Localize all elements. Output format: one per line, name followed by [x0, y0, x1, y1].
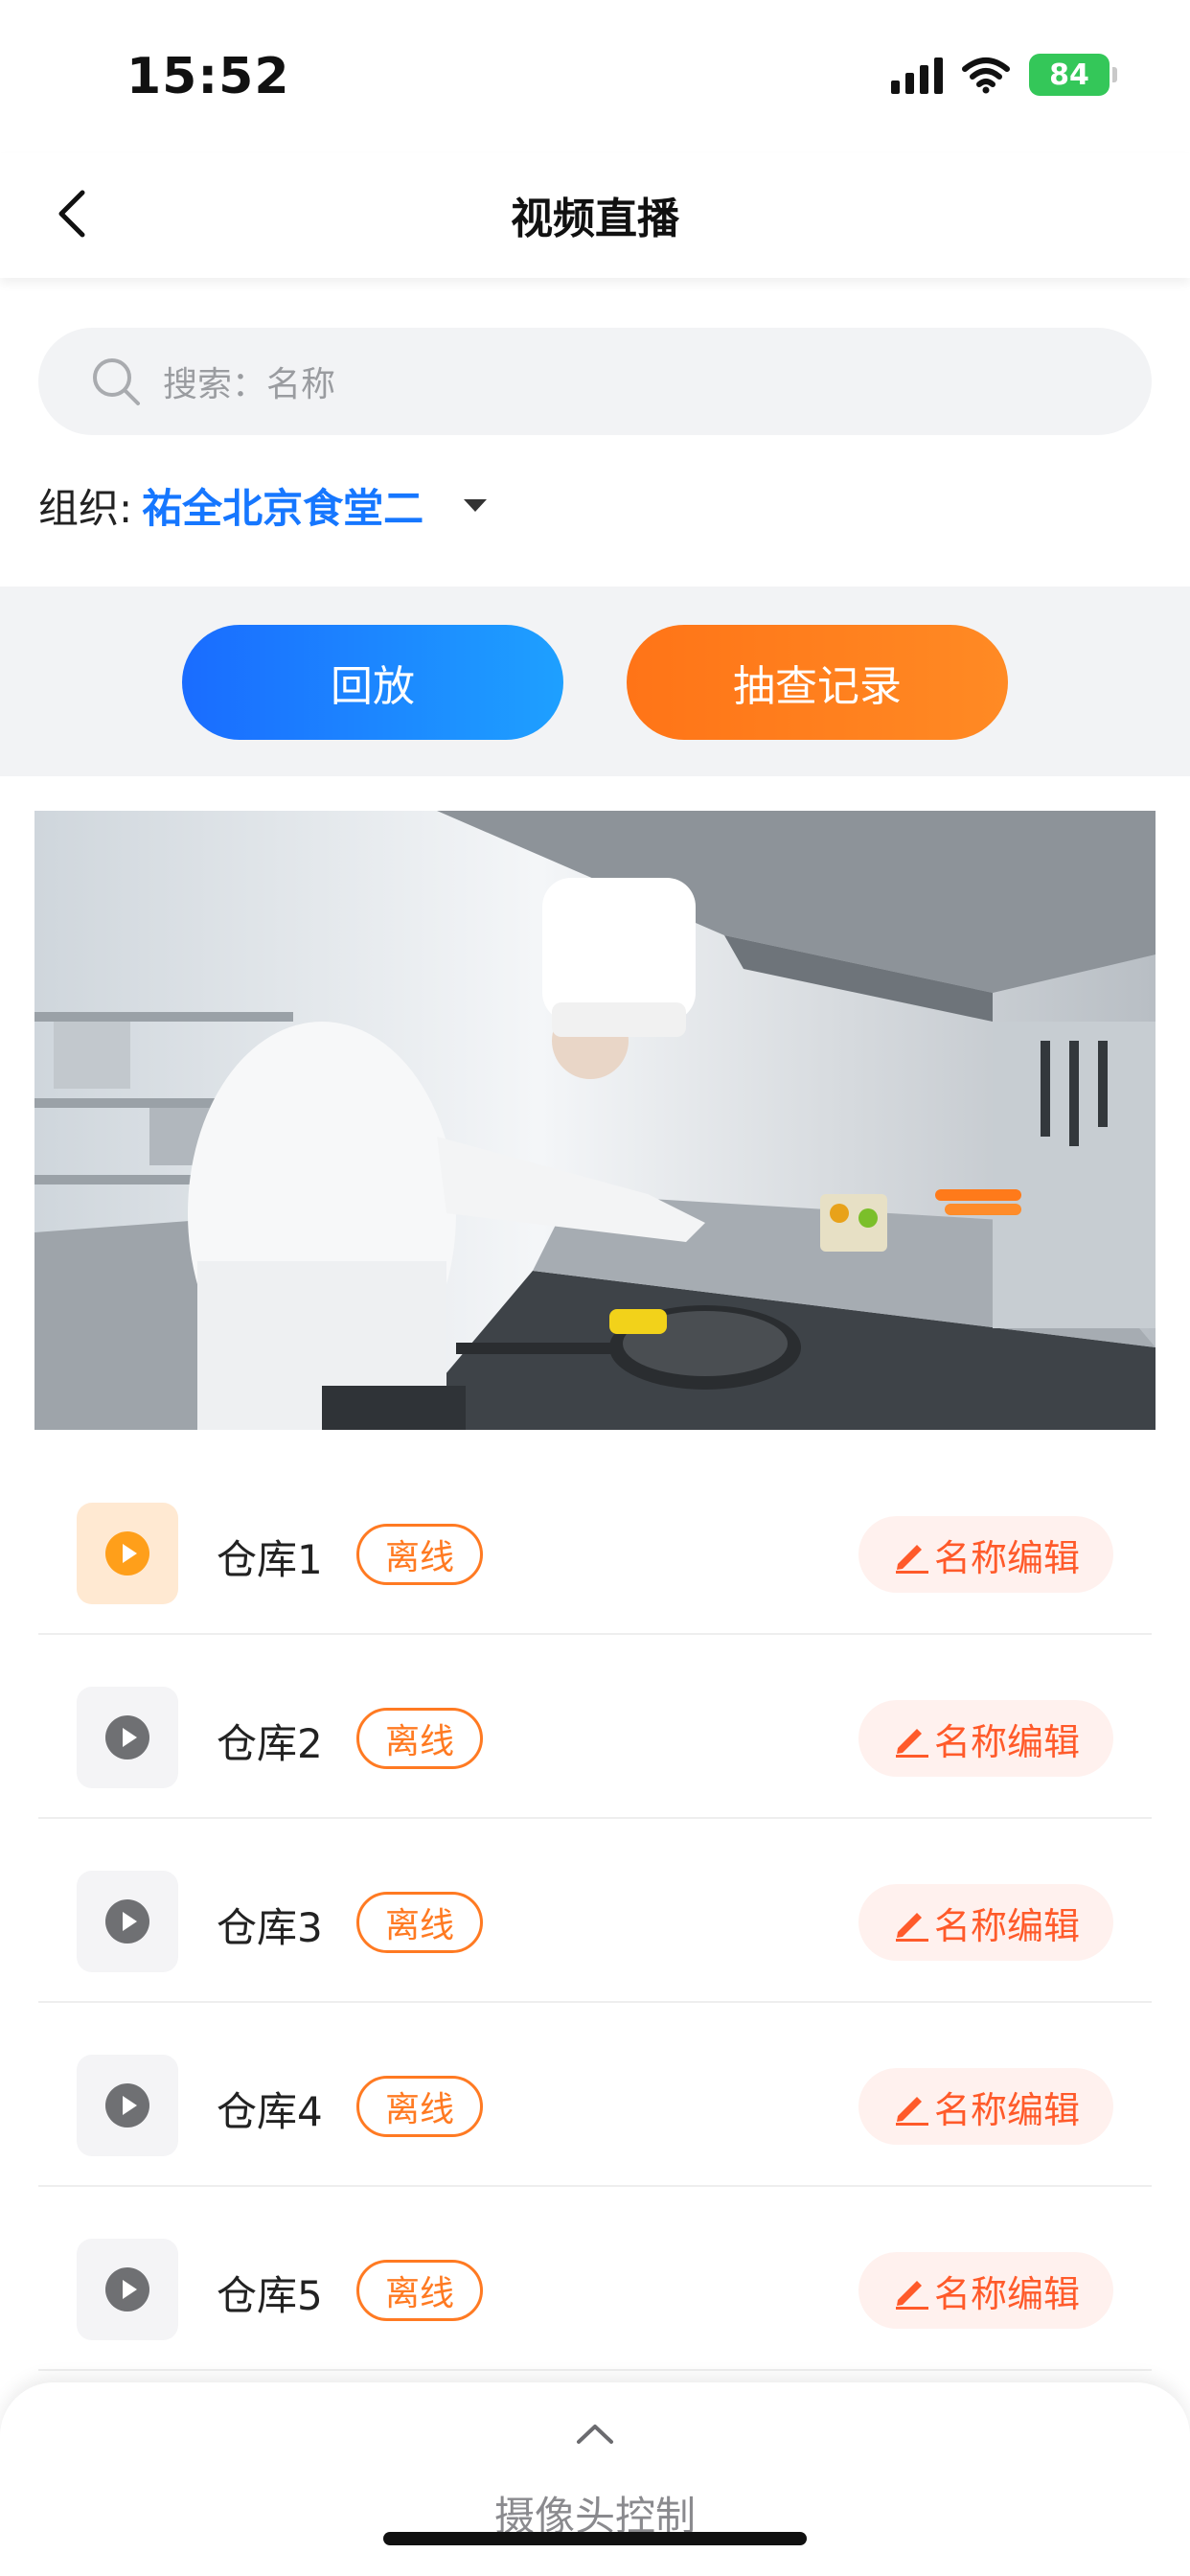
play-circle-icon — [105, 1899, 149, 1944]
pencil-icon — [895, 1913, 928, 1942]
rename-button[interactable]: 名称编辑 — [858, 1884, 1113, 1961]
status-badge: 离线 — [356, 1524, 483, 1585]
rename-label: 名称编辑 — [933, 1536, 1080, 1579]
action-band: 回放 抽查记录 — [0, 586, 1190, 776]
camera-row[interactable]: 仓库1 离线 名称编辑 — [38, 1451, 1152, 1635]
chevron-up-icon[interactable] — [575, 2421, 615, 2446]
camera-row[interactable]: 仓库5 离线 名称编辑 — [38, 2187, 1152, 2371]
play-button[interactable] — [77, 1871, 178, 1972]
status-icons: 84 — [891, 54, 1117, 96]
camera-name: 仓库4 — [217, 2088, 323, 2135]
play-circle-icon — [105, 2083, 149, 2128]
rename-button[interactable]: 名称编辑 — [858, 2252, 1113, 2329]
play-circle-icon — [105, 1715, 149, 1760]
rename-label: 名称编辑 — [933, 2272, 1080, 2315]
play-circle-icon — [105, 1531, 149, 1576]
play-button[interactable] — [77, 1503, 178, 1604]
camera-row[interactable]: 仓库2 离线 名称编辑 — [38, 1635, 1152, 1819]
play-button[interactable] — [77, 2055, 178, 2156]
status-bar: 15:52 84 — [0, 0, 1190, 153]
rename-label: 名称编辑 — [933, 1720, 1080, 1763]
pencil-icon — [895, 1729, 928, 1758]
search-input[interactable]: 搜索：名称 — [38, 328, 1152, 435]
pencil-icon — [895, 2281, 928, 2310]
status-time: 15:52 — [126, 48, 290, 105]
play-circle-icon — [105, 2267, 149, 2312]
page-title: 视频直播 — [511, 195, 679, 243]
pencil-icon — [895, 2097, 928, 2126]
camera-control-sheet[interactable]: 摄像头控制 — [0, 2382, 1190, 2576]
rename-button[interactable]: 名称编辑 — [858, 2068, 1113, 2145]
rename-label: 名称编辑 — [933, 2088, 1080, 2131]
wifi-icon — [962, 58, 1010, 94]
caret-down-icon[interactable] — [464, 498, 488, 512]
search-placeholder: 搜索：名称 — [163, 365, 336, 404]
video-frame-image — [34, 811, 1156, 1430]
status-badge: 离线 — [356, 2076, 483, 2137]
camera-name: 仓库3 — [217, 1904, 323, 1951]
organization-label: 组织: — [38, 484, 133, 532]
home-indicator[interactable] — [383, 2532, 807, 2545]
camera-row[interactable]: 仓库4 离线 名称编辑 — [38, 2003, 1152, 2187]
organization-selector[interactable]: 组织: 祐全北京食堂二 — [38, 470, 488, 540]
camera-name: 仓库2 — [217, 1720, 323, 1767]
rename-button[interactable]: 名称编辑 — [858, 1700, 1113, 1777]
organization-value[interactable]: 祐全北京食堂二 — [142, 476, 423, 535]
rename-button[interactable]: 名称编辑 — [858, 1516, 1113, 1593]
status-badge: 离线 — [356, 1892, 483, 1953]
status-badge: 离线 — [356, 1708, 483, 1769]
battery-level: 84 — [1049, 58, 1089, 92]
cellular-signal-icon — [891, 56, 943, 94]
camera-name: 仓库1 — [217, 1536, 323, 1583]
battery-icon: 84 — [1029, 54, 1117, 96]
play-button[interactable] — [77, 2239, 178, 2340]
rename-label: 名称编辑 — [933, 1904, 1080, 1947]
camera-list: 仓库1 离线 名称编辑 仓库2 离线 名称编辑 仓库3 离线 名称编辑 仓库4 … — [38, 1451, 1152, 2371]
camera-name: 仓库5 — [217, 2272, 323, 2319]
replay-button[interactable]: 回放 — [182, 625, 563, 740]
inspection-records-button[interactable]: 抽查记录 — [627, 625, 1008, 740]
search-icon — [93, 358, 140, 405]
nav-bar: 视频直播 — [0, 153, 1190, 278]
camera-row[interactable]: 仓库3 离线 名称编辑 — [38, 1819, 1152, 2003]
pencil-icon — [895, 1545, 928, 1574]
play-button[interactable] — [77, 1687, 178, 1788]
status-badge: 离线 — [356, 2260, 483, 2321]
video-player[interactable] — [34, 811, 1156, 1430]
